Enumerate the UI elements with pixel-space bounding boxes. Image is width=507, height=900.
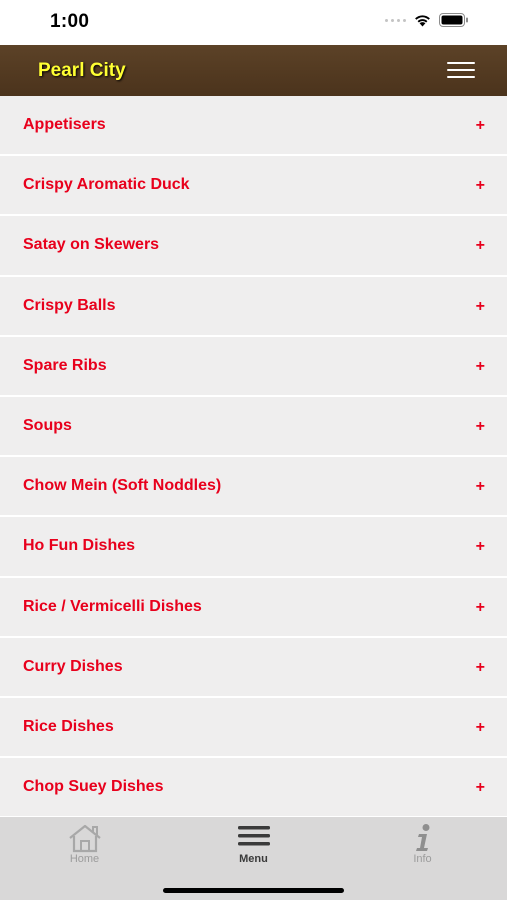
menu-item-rice-vermicelli-dishes[interactable]: Rice / Vermicelli Dishes + [0,577,507,638]
menu-icon [237,826,270,846]
wifi-icon [415,15,430,27]
menu-item-label: Appetisers [23,116,106,133]
menu-item-label: Satay on Skewers [23,236,160,254]
menu-item-spare-ribs[interactable]: Spare Ribs + [0,336,507,397]
cellular-signal-icon [385,18,406,22]
bottom-tab-bar: Home Menu Info [0,817,507,900]
menu-item-ho-fun-dishes[interactable]: Ho Fun Dishes + [0,517,507,578]
plus-icon[interactable]: + [476,779,485,797]
tab-menu[interactable]: Menu [169,817,338,877]
plus-icon[interactable]: + [476,659,485,677]
tab-menu-label: Menu [239,853,268,865]
menu-item-label: Spare Ribs [23,356,107,374]
menu-item-curry-dishes[interactable]: Curry Dishes + [0,637,507,698]
tab-home[interactable]: Home [0,817,169,877]
menu-category-list: Appetisers + Crispy Aromatic Duck + Sata… [0,96,507,816]
plus-icon[interactable]: + [476,298,485,316]
plus-icon[interactable]: + [476,478,485,496]
home-indicator[interactable] [163,888,344,893]
plus-icon[interactable]: + [476,237,485,255]
menu-item-label: Rice Dishes [23,717,114,735]
menu-item-label: Crispy Balls [23,296,116,314]
tab-info[interactable]: Info [338,817,507,877]
menu-item-crispy-balls[interactable]: Crispy Balls + [0,276,507,337]
menu-item-label: Soups [23,416,72,434]
status-icons [385,13,469,27]
menu-item-label: Ho Fun Dishes [23,537,136,555]
hamburger-menu-button[interactable] [447,62,475,80]
menu-item-label: Chow Mein (Soft Noddles) [23,477,222,495]
menu-item-label: Crispy Aromatic Duck [23,176,190,194]
tab-info-label: Info [413,853,432,865]
plus-icon[interactable]: + [476,719,485,737]
home-icon [68,824,101,853]
plus-icon[interactable]: + [476,177,485,195]
plus-icon[interactable]: + [476,418,485,436]
plus-icon[interactable]: + [476,538,485,556]
app-header: Pearl City [0,45,507,96]
app-title: Pearl City [38,60,126,81]
battery-icon [439,13,468,27]
menu-item-soups[interactable]: Soups + [0,396,507,458]
menu-item-crispy-aromatic-duck[interactable]: Crispy Aromatic Duck + [0,156,507,217]
tab-home-label: Home [69,853,100,865]
status-time: 1:00 [50,11,90,32]
plus-icon[interactable]: + [476,358,485,376]
menu-item-rice-dishes[interactable]: Rice Dishes + [0,697,507,759]
plus-icon[interactable]: + [476,117,485,135]
menu-item-chop-suey-dishes[interactable]: Chop Suey Dishes + [0,758,507,816]
plus-icon[interactable]: + [476,599,485,617]
menu-item-chow-mein[interactable]: Chow Mein (Soft Noddles) + [0,457,507,518]
menu-item-label: Rice / Vermicelli Dishes [23,597,202,615]
status-bar: 1:00 [0,0,507,45]
menu-item-label: Chop Suey Dishes [23,778,164,796]
menu-item-satay-on-skewers[interactable]: Satay on Skewers + [0,216,507,277]
hamburger-icon-bar [447,76,475,78]
hamburger-icon-bar [447,69,475,71]
info-icon [415,824,429,851]
menu-item-appetisers[interactable]: Appetisers + [0,96,507,157]
menu-item-label: Curry Dishes [23,657,123,675]
hamburger-icon [447,62,475,64]
